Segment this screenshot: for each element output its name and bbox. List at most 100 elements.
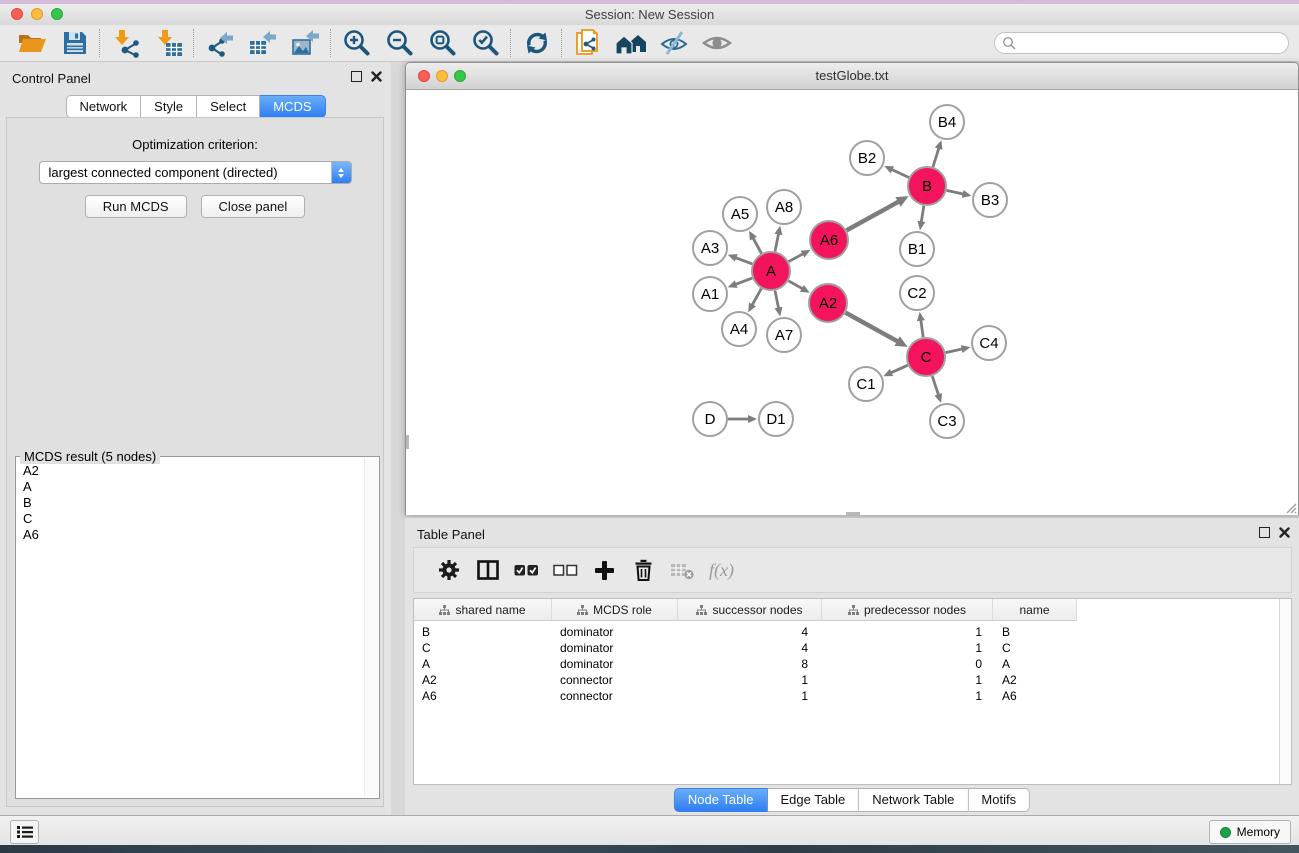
criterion-dropdown[interactable]: largest connected component (directed) (39, 161, 352, 184)
graph-edge-A-A1[interactable] (735, 278, 752, 284)
export-table-button[interactable] (241, 26, 284, 60)
close-panel-icon[interactable] (371, 71, 382, 82)
refresh-view-button[interactable] (515, 26, 558, 60)
column-header-shared-name[interactable]: shared name (414, 599, 552, 621)
graph-edge-B-B1[interactable] (921, 206, 924, 223)
deselect-all-button[interactable] (546, 551, 585, 589)
export-image-button[interactable] (284, 26, 327, 60)
table-cell[interactable]: 1 (822, 625, 993, 639)
result-list-item[interactable]: A (23, 479, 364, 495)
tab-network[interactable]: Network (65, 95, 141, 118)
table-cell[interactable]: 1 (822, 689, 993, 703)
table-cell[interactable]: dominator (552, 657, 678, 671)
close-panel-icon[interactable] (1279, 527, 1290, 538)
tab-mcds[interactable]: MCDS (260, 95, 325, 118)
graph-edge-A-A7[interactable] (775, 291, 779, 309)
table-cell[interactable]: 0 (822, 657, 993, 671)
tab-style[interactable]: Style (141, 95, 197, 118)
graph-edge-C-C1[interactable] (891, 365, 908, 373)
delete-column-button[interactable] (624, 551, 663, 589)
column-header-MCDS-role[interactable]: MCDS role (552, 599, 678, 621)
run-mcds-button[interactable]: Run MCDS (85, 195, 187, 218)
table-cell[interactable]: 4 (678, 625, 822, 639)
graph-edge-A-A4[interactable] (752, 289, 761, 306)
table-cell[interactable]: connector (552, 689, 678, 703)
table-cell[interactable]: A (993, 657, 1077, 671)
minimize-window-button[interactable] (31, 8, 43, 20)
network-canvas[interactable]: B4B2BB3A8A5A6B1A3AA1C2A2A4A7C4CC1C3DD1 (406, 90, 1298, 515)
column-header-name[interactable]: name (993, 599, 1077, 621)
table-cell[interactable]: B (414, 625, 552, 639)
table-cell[interactable]: 1 (678, 673, 822, 687)
table-cell[interactable]: connector (552, 673, 678, 687)
zoom-network-window-button[interactable] (454, 70, 466, 82)
open-session-button[interactable] (10, 26, 53, 60)
export-network-button[interactable] (198, 26, 241, 60)
float-panel-icon[interactable] (351, 71, 362, 82)
zoom-out-button[interactable] (378, 26, 421, 60)
graph-edge-A-A2[interactable] (788, 281, 802, 289)
graph-edge-B-B4[interactable] (933, 148, 939, 167)
graph-edge-B-B3[interactable] (947, 190, 964, 194)
show-details-button[interactable] (695, 26, 738, 60)
import-table-button[interactable] (147, 26, 190, 60)
tab-network-table[interactable]: Network Table (859, 788, 968, 812)
table-cell[interactable]: dominator (552, 625, 678, 639)
table-settings-button[interactable] (429, 551, 468, 589)
graph-edge-A-A3[interactable] (735, 258, 752, 264)
tab-edge-table[interactable]: Edge Table (767, 788, 859, 812)
table-cell[interactable]: B (993, 625, 1077, 639)
table-cell[interactable]: 8 (678, 657, 822, 671)
table-cell[interactable]: 1 (822, 641, 993, 655)
memory-button[interactable]: Memory (1209, 820, 1291, 844)
table-cell[interactable]: C (414, 641, 552, 655)
tab-motifs[interactable]: Motifs (968, 788, 1030, 812)
hide-details-button[interactable] (652, 26, 695, 60)
tab-select[interactable]: Select (197, 95, 260, 118)
select-all-button[interactable] (507, 551, 546, 589)
graph-edge-A-A8[interactable] (775, 233, 779, 251)
table-cell[interactable]: 4 (678, 641, 822, 655)
table-row[interactable]: A6connector11A6 (414, 688, 1291, 704)
search-field[interactable] (994, 32, 1289, 54)
column-header-successor-nodes[interactable]: successor nodes (678, 599, 822, 621)
tab-node-table[interactable]: Node Table (674, 788, 768, 812)
import-network-button[interactable] (104, 26, 147, 60)
first-neighbors-button[interactable] (609, 26, 652, 60)
graph-edge-B-B2[interactable] (891, 169, 908, 177)
zoom-selected-button[interactable] (464, 26, 507, 60)
float-panel-icon[interactable] (1259, 527, 1270, 538)
task-history-button[interactable] (10, 820, 39, 844)
graph-edge-A6-B[interactable] (847, 201, 899, 230)
table-row[interactable]: A2connector11A2 (414, 672, 1291, 688)
close-network-window-button[interactable] (418, 70, 430, 82)
function-builder-button[interactable]: f(x) (702, 551, 741, 589)
save-session-button[interactable] (53, 26, 96, 60)
delete-table-button[interactable] (663, 551, 702, 589)
add-column-button[interactable] (585, 551, 624, 589)
graph-edge-C-C3[interactable] (932, 376, 938, 395)
table-cell[interactable]: 1 (678, 689, 822, 703)
zoom-fit-button[interactable] (421, 26, 464, 60)
result-list-item[interactable]: C (23, 511, 364, 527)
result-list-item[interactable]: A6 (23, 527, 364, 543)
table-cell[interactable]: A2 (993, 673, 1077, 687)
toggle-column-button[interactable] (468, 551, 507, 589)
close-window-button[interactable] (11, 8, 23, 20)
zoom-in-button[interactable] (335, 26, 378, 60)
zoom-window-button[interactable] (51, 8, 63, 20)
result-list-scrollbar[interactable] (364, 458, 378, 797)
result-list-item[interactable]: A2 (23, 463, 364, 479)
graph-edge-C-C2[interactable] (921, 320, 923, 337)
table-row[interactable]: Adominator80A (414, 656, 1291, 672)
splitter-handle[interactable] (406, 435, 409, 449)
table-cell[interactable]: A6 (993, 689, 1077, 703)
column-header-predecessor-nodes[interactable]: predecessor nodes (822, 599, 993, 621)
graph-edge-A-A6[interactable] (789, 254, 804, 262)
table-row[interactable]: Cdominator41C (414, 640, 1291, 656)
table-cell[interactable]: dominator (552, 641, 678, 655)
table-scrollbar[interactable] (1279, 599, 1291, 784)
result-list-item[interactable]: B (23, 495, 364, 511)
new-network-from-selection-button[interactable] (566, 26, 609, 60)
graph-edge-A2-C[interactable] (846, 313, 898, 342)
